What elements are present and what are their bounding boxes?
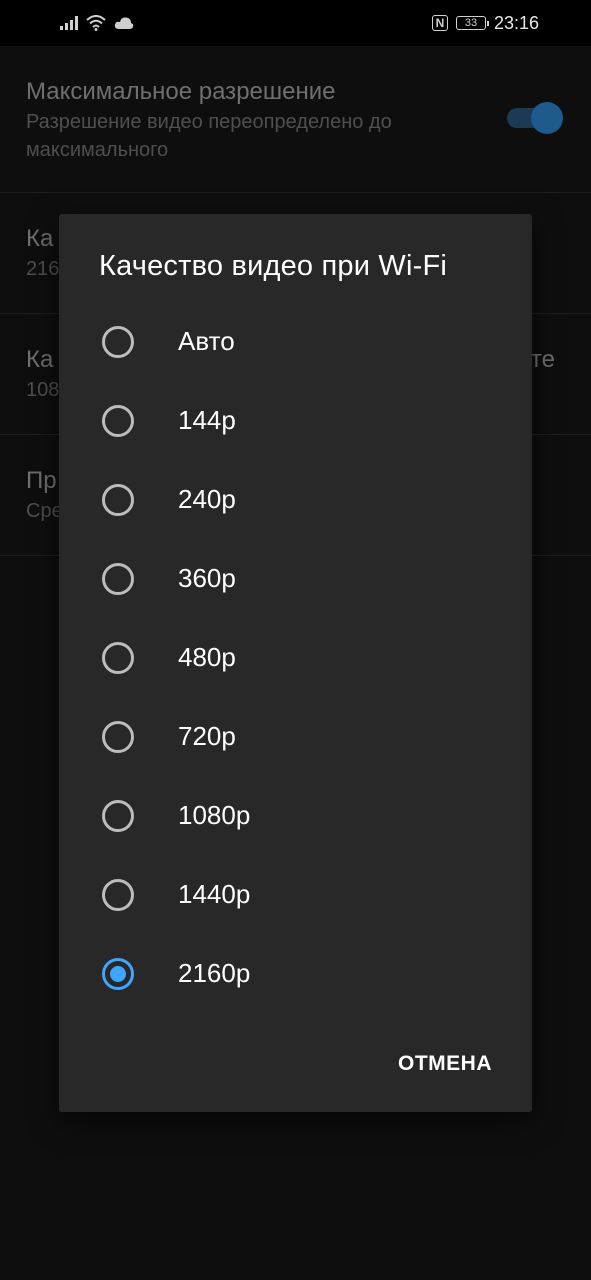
signal-icon [60,16,78,30]
option-label: 720p [178,721,236,751]
video-quality-dialog: Качество видео при Wi-Fi Авто 144p 240p 360… [59,214,532,1112]
status-left [60,15,134,31]
option-label: 2160p [178,958,251,988]
quality-option-авто[interactable]: Авто [59,302,532,381]
radio-unchecked-icon[interactable] [102,641,134,674]
radio-unchecked-icon[interactable] [102,720,134,753]
setting-title: Максимальное разрешение [26,78,336,105]
dialog-title: Качество видео при Wi-Fi [99,250,448,282]
radio-unchecked-icon[interactable] [102,483,134,516]
status-right: N 33 23:16 [431,12,539,34]
radio-unchecked-icon[interactable] [102,799,134,832]
quality-option-240p[interactable]: 240p [59,460,532,539]
battery-icon: 33 [455,16,489,30]
option-label: 1440p [178,879,251,909]
setting-max-resolution[interactable]: Максимальное разрешение Разрешение видео… [0,46,591,193]
option-label: Авто [178,326,235,356]
toggle-knob [531,102,563,134]
nfc-icon: N [431,15,448,31]
cloud-icon [114,17,134,29]
cancel-button[interactable]: ОТМЕНА [398,1052,492,1076]
radio-unchecked-icon[interactable] [102,878,134,911]
quality-option-144p[interactable]: 144p [59,381,532,460]
quality-option-360p[interactable]: 360p [59,539,532,618]
max-resolution-toggle[interactable] [507,102,563,134]
radio-checked-icon[interactable] [102,957,134,990]
option-label: 240p [178,484,236,514]
radio-unchecked-icon[interactable] [102,404,134,437]
option-label: 1080p [178,800,251,830]
quality-option-2160p[interactable]: 2160p [59,934,532,1013]
option-label: 144p [178,405,236,435]
quality-option-720p[interactable]: 720p [59,697,532,776]
wifi-icon [86,15,106,31]
quality-options: Авто 144p 240p 360p 480p 720p 1080p 1440p 2160p [59,302,532,1013]
setting-subtitle: Разрешение видео переопределено до макси… [26,111,392,161]
radio-unchecked-icon[interactable] [102,325,134,358]
option-label: 480p [178,642,236,672]
radio-unchecked-icon[interactable] [102,562,134,595]
quality-option-1080p[interactable]: 1080p [59,776,532,855]
option-label: 360p [178,563,236,593]
setting-title-right: те [530,346,555,373]
status-bar: N 33 23:16 [0,0,591,46]
clock: 23:16 [493,12,539,33]
quality-option-480p[interactable]: 480p [59,618,532,697]
quality-option-1440p[interactable]: 1440p [59,855,532,934]
